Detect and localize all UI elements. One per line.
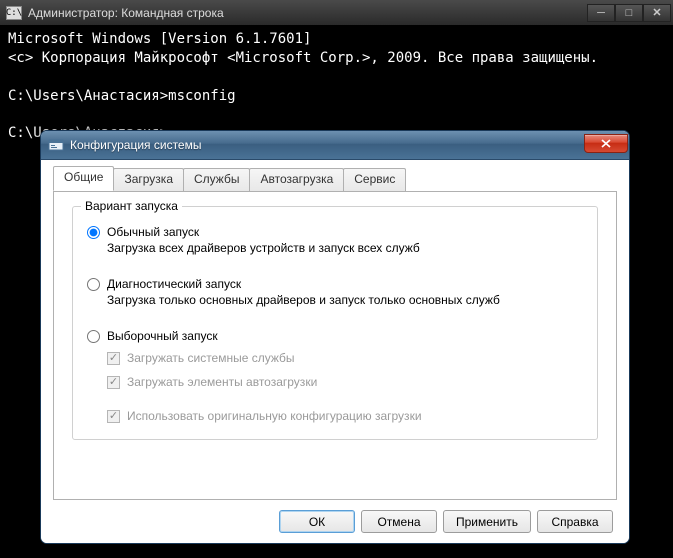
msconfig-dialog: Конфигурация системы Общие Загрузка Служ…: [40, 130, 630, 544]
check-sys-services: ✓: [107, 352, 120, 365]
console-title: Администратор: Командная строка: [28, 6, 587, 20]
radio-selective-row: Выборочный запуск: [87, 329, 583, 343]
check-autostart: ✓: [107, 376, 120, 389]
tab-startup[interactable]: Автозагрузка: [249, 168, 344, 191]
tab-tools[interactable]: Сервис: [343, 168, 406, 191]
tab-strip: Общие Загрузка Службы Автозагрузка Серви…: [53, 168, 617, 192]
radio-selective-label: Выборочный запуск: [107, 329, 218, 343]
check-orig-boot-row: ✓ Использовать оригинальную конфигурацию…: [107, 409, 583, 423]
apply-button[interactable]: Применить: [443, 510, 531, 533]
check-sys-services-row: ✓ Загружать системные службы: [107, 351, 583, 365]
console-line: <c> Корпорация Майкрософт <Microsoft Cor…: [8, 50, 598, 66]
fieldset-legend: Вариант запуска: [81, 199, 182, 213]
dialog-title: Конфигурация системы: [70, 138, 584, 152]
check-orig-boot-label: Использовать оригинальную конфигурацию з…: [127, 409, 422, 423]
console-titlebar: C:\ Администратор: Командная строка ─ □ …: [0, 0, 673, 26]
dialog-close-button[interactable]: [584, 134, 628, 153]
dialog-button-row: ОК Отмена Применить Справка: [53, 500, 617, 533]
console-icon: C:\: [6, 6, 22, 20]
radio-normal-row: Обычный запуск: [87, 225, 583, 239]
tab-general[interactable]: Общие: [53, 166, 114, 191]
radio-normal[interactable]: [87, 226, 100, 239]
tab-services[interactable]: Службы: [183, 168, 250, 191]
help-button[interactable]: Справка: [537, 510, 613, 533]
radio-normal-desc: Загрузка всех драйверов устройств и запу…: [107, 241, 583, 255]
check-orig-boot: ✓: [107, 410, 120, 423]
tab-content-general: Вариант запуска Обычный запуск Загрузка …: [53, 192, 617, 500]
ok-button[interactable]: ОК: [279, 510, 355, 533]
radio-diagnostic[interactable]: [87, 278, 100, 291]
maximize-button[interactable]: □: [615, 4, 643, 22]
check-autostart-row: ✓ Загружать элементы автозагрузки: [107, 375, 583, 389]
minimize-button[interactable]: ─: [587, 4, 615, 22]
cancel-button[interactable]: Отмена: [361, 510, 437, 533]
dialog-body: Общие Загрузка Службы Автозагрузка Серви…: [41, 160, 629, 543]
check-sys-services-label: Загружать системные службы: [127, 351, 295, 365]
radio-normal-label: Обычный запуск: [107, 225, 199, 239]
startup-fieldset: Вариант запуска Обычный запуск Загрузка …: [72, 206, 598, 440]
check-autostart-label: Загружать элементы автозагрузки: [127, 375, 317, 389]
radio-diagnostic-label: Диагностический запуск: [107, 277, 241, 291]
radio-diagnostic-desc: Загрузка только основных драйверов и зап…: [107, 293, 583, 307]
radio-diag-row: Диагностический запуск: [87, 277, 583, 291]
msconfig-icon: [48, 137, 64, 153]
radio-selective[interactable]: [87, 330, 100, 343]
tab-boot[interactable]: Загрузка: [113, 168, 184, 191]
dialog-titlebar: Конфигурация системы: [41, 131, 629, 160]
console-line: Microsoft Windows [Version 6.1.7601]: [8, 31, 311, 47]
console-line: C:\Users\Анастасия>msconfig: [8, 88, 236, 104]
close-button[interactable]: ✕: [643, 4, 671, 22]
console-window-controls: ─ □ ✕: [587, 4, 671, 22]
